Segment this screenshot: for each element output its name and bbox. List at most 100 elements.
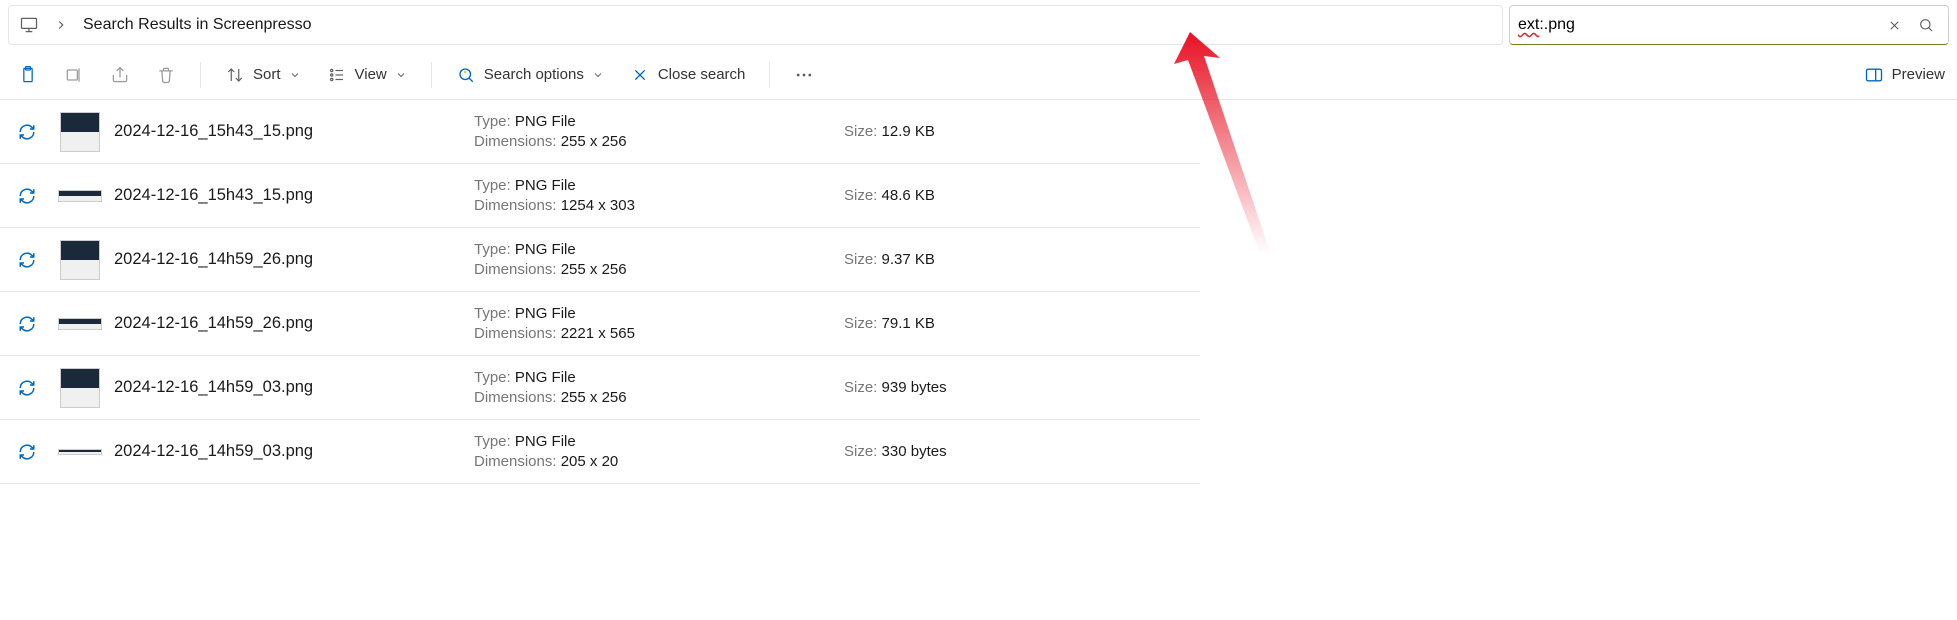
search-options-label: Search options	[484, 66, 584, 83]
chevron-right-icon[interactable]	[51, 15, 71, 35]
type-label: Type:	[474, 369, 511, 386]
view-icon	[327, 65, 347, 85]
file-name: 2024-12-16_14h59_26.png	[114, 314, 474, 333]
preview-label: Preview	[1892, 66, 1945, 83]
close-search-button[interactable]: Close search	[624, 57, 752, 93]
file-name: 2024-12-16_14h59_03.png	[114, 442, 474, 461]
sync-icon	[18, 251, 54, 269]
search-options-icon	[456, 65, 476, 85]
file-thumbnail	[54, 300, 106, 348]
dimensions-label: Dimensions:	[474, 261, 557, 278]
file-thumbnail	[54, 428, 106, 476]
paste-button[interactable]	[12, 57, 44, 93]
file-row[interactable]: 2024-12-16_15h43_15.png Type: PNG File D…	[0, 164, 1200, 228]
rename-button[interactable]	[58, 57, 90, 93]
preview-button[interactable]: Preview	[1864, 65, 1945, 85]
dimensions-label: Dimensions:	[474, 197, 557, 214]
file-thumbnail	[54, 364, 106, 412]
file-row[interactable]: 2024-12-16_14h59_03.png Type: PNG File D…	[0, 356, 1200, 420]
file-name: 2024-12-16_15h43_15.png	[114, 186, 474, 205]
sort-label: Sort	[253, 66, 281, 83]
file-row[interactable]: 2024-12-16_14h59_03.png Type: PNG File D…	[0, 420, 1200, 484]
size-value: 79.1 KB	[882, 315, 935, 332]
size-value: 939 bytes	[882, 379, 947, 396]
sync-icon	[18, 443, 54, 461]
type-label: Type:	[474, 305, 511, 322]
file-row[interactable]: 2024-12-16_14h59_26.png Type: PNG File D…	[0, 228, 1200, 292]
search-box[interactable]: ext:.png	[1509, 5, 1949, 45]
file-name: 2024-12-16_14h59_03.png	[114, 378, 474, 397]
share-icon	[110, 65, 130, 85]
sort-icon	[225, 65, 245, 85]
file-thumbnail	[54, 108, 106, 156]
search-icon[interactable]	[1912, 11, 1940, 39]
size-value: 48.6 KB	[882, 187, 935, 204]
dimensions-value: 255 x 256	[561, 261, 627, 278]
chevron-down-icon	[289, 69, 301, 81]
sync-icon	[18, 123, 54, 141]
file-name: 2024-12-16_15h43_15.png	[114, 122, 474, 141]
separator	[769, 62, 770, 88]
chevron-down-icon	[395, 69, 407, 81]
trash-icon	[156, 65, 176, 85]
results-list: 2024-12-16_15h43_15.png Type: PNG File D…	[0, 100, 1200, 484]
view-button[interactable]: View	[321, 57, 413, 93]
dimensions-label: Dimensions:	[474, 389, 557, 406]
sort-button[interactable]: Sort	[219, 57, 307, 93]
close-icon	[630, 65, 650, 85]
type-value: PNG File	[515, 433, 576, 450]
size-label: Size:	[844, 379, 877, 396]
type-value: PNG File	[515, 177, 576, 194]
dimensions-label: Dimensions:	[474, 453, 557, 470]
type-value: PNG File	[515, 241, 576, 258]
rename-icon	[64, 65, 84, 85]
size-label: Size:	[844, 123, 877, 140]
file-row[interactable]: 2024-12-16_14h59_26.png Type: PNG File D…	[0, 292, 1200, 356]
separator	[431, 62, 432, 88]
size-value: 12.9 KB	[882, 123, 935, 140]
preview-icon	[1864, 65, 1884, 85]
size-value: 330 bytes	[882, 443, 947, 460]
clipboard-icon	[18, 65, 38, 85]
file-thumbnail	[54, 172, 106, 220]
type-label: Type:	[474, 433, 511, 450]
type-value: PNG File	[515, 369, 576, 386]
dimensions-value: 255 x 256	[561, 389, 627, 406]
close-search-label: Close search	[658, 66, 746, 83]
sync-icon	[18, 315, 54, 333]
separator	[200, 62, 201, 88]
dimensions-value: 2221 x 565	[561, 325, 635, 342]
chevron-down-icon	[592, 69, 604, 81]
dimensions-label: Dimensions:	[474, 325, 557, 342]
size-label: Size:	[844, 315, 877, 332]
search-options-button[interactable]: Search options	[450, 57, 610, 93]
dimensions-value: 205 x 20	[561, 453, 619, 470]
search-text: ext:.png	[1518, 16, 1575, 34]
size-label: Size:	[844, 187, 877, 204]
monitor-icon	[19, 15, 39, 35]
dimensions-value: 1254 x 303	[561, 197, 635, 214]
address-bar[interactable]: Search Results in Screenpresso	[8, 5, 1503, 45]
type-label: Type:	[474, 113, 511, 130]
toolbar: Sort View Search options Close search	[0, 50, 1957, 100]
dimensions-value: 255 x 256	[561, 133, 627, 150]
type-label: Type:	[474, 177, 511, 194]
size-label: Size:	[844, 443, 877, 460]
file-name: 2024-12-16_14h59_26.png	[114, 250, 474, 269]
type-label: Type:	[474, 241, 511, 258]
size-label: Size:	[844, 251, 877, 268]
share-button[interactable]	[104, 57, 136, 93]
dimensions-label: Dimensions:	[474, 133, 557, 150]
size-value: 9.37 KB	[882, 251, 935, 268]
clear-search-icon[interactable]	[1880, 11, 1908, 39]
sync-icon	[18, 187, 54, 205]
breadcrumb-title[interactable]: Search Results in Screenpresso	[83, 16, 312, 34]
type-value: PNG File	[515, 113, 576, 130]
file-row[interactable]: 2024-12-16_15h43_15.png Type: PNG File D…	[0, 100, 1200, 164]
more-button[interactable]	[788, 57, 820, 93]
sync-icon	[18, 379, 54, 397]
delete-button[interactable]	[150, 57, 182, 93]
file-thumbnail	[54, 236, 106, 284]
view-label: View	[355, 66, 387, 83]
more-icon	[794, 65, 814, 85]
